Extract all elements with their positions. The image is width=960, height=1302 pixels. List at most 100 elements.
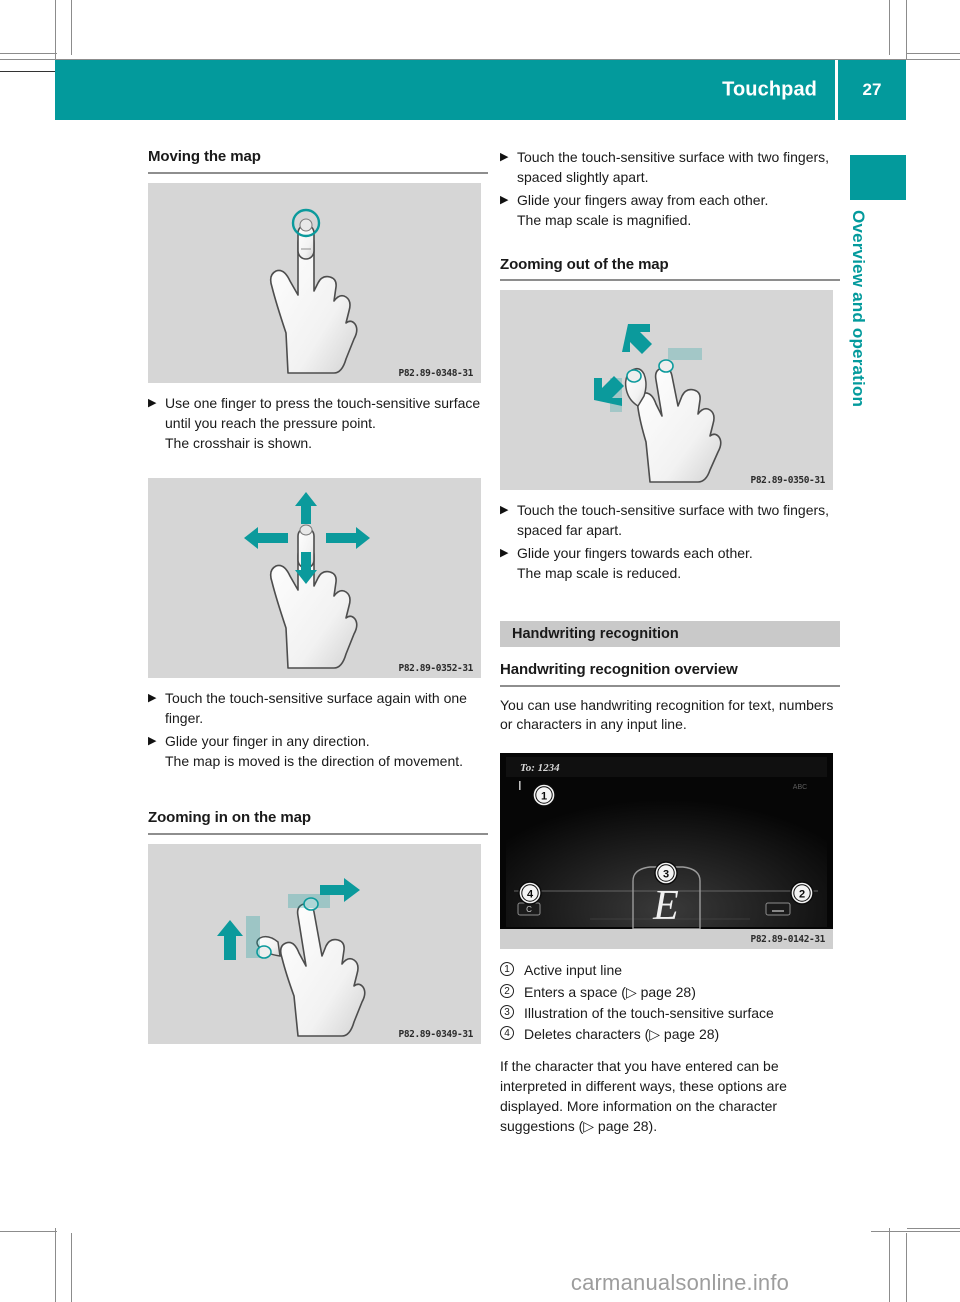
svg-text:ABC: ABC [793, 784, 807, 791]
cropmark-top-left-v1 [55, 0, 56, 60]
page-header-band: Touchpad [55, 60, 835, 120]
heading-zooming-in: Zooming in on the map [148, 808, 311, 826]
bullet-indent-spacer [148, 752, 165, 772]
bullet-text: Touch the touch-sensitive surface again … [165, 690, 467, 727]
handwriting-screen-illustration: To: 1234 ABC E C 1 2 3 4 [500, 753, 833, 950]
cropmark-bottom-right-v1 [889, 1228, 890, 1302]
figure-glide-directions: P82.89-0352-31 [148, 478, 481, 679]
cropmark-top-left-v2 [71, 0, 72, 55]
hand-spread-illustration [217, 877, 366, 1037]
figure-code: P82.89-0142-31 [750, 934, 826, 946]
page-title: Touchpad [722, 78, 817, 101]
bullet-glide-away: ▶ Glide your fingers away from each othe… [500, 191, 840, 211]
svg-text:3: 3 [663, 869, 669, 881]
bullet-text: Glide your finger in any direction. [165, 733, 370, 750]
legend-number-icon: 3 [500, 1003, 524, 1023]
bullet-indent-spacer [500, 211, 517, 231]
bullet-glide-result: The map is moved is the direction of mov… [148, 752, 488, 772]
hand-pinch-illustration [594, 324, 722, 484]
paragraph-closing: If the character that you have entered c… [500, 1058, 787, 1135]
legend-number-icon: 1 [500, 960, 524, 980]
svg-text:2: 2 [799, 889, 805, 901]
watermark: carmanualsonline.info [570, 1270, 790, 1295]
svg-text:To: 1234: To: 1234 [520, 762, 560, 774]
legend-item-3: 3 Illustration of the touch-sensitive su… [500, 1003, 840, 1023]
svg-text:C: C [526, 905, 532, 914]
bullet-press-surface: ▶ Use one finger to press the touch-sens… [148, 394, 488, 434]
side-tab-label: Overview and operation [849, 210, 868, 408]
bullet-marker-icon: ▶ [148, 692, 157, 705]
bullet-press-result: The crosshair is shown. [148, 434, 488, 454]
bullet-glide-away-result: The map scale is magnified. [500, 211, 840, 231]
legend-text: Enters a space (▷ page 28) [524, 983, 696, 1000]
cropmark-top-left-h2 [0, 71, 57, 72]
heading-rule [148, 832, 488, 835]
cropmark-top-right-v2 [906, 0, 907, 60]
bullet-marker-icon: ▶ [500, 151, 509, 163]
legend-item-4: 4 Deletes characters (▷ page 28) [500, 1024, 840, 1044]
figure-zoom-in: P82.89-0349-31 [148, 843, 481, 1044]
heading-rule [500, 684, 840, 687]
bullet-touch-two-fingers: ▶ Touch the touch-sensitive surface with… [500, 148, 840, 188]
legend-item-2: 2 Enters a space (▷ page 28) [500, 982, 840, 1002]
bullet-indent-spacer [500, 564, 517, 584]
bullet-touch-far-apart: ▶ Touch the touch-sensitive surface with… [500, 501, 840, 541]
heading-rule [500, 279, 840, 282]
hand-press-illustration [269, 208, 358, 374]
page-number: 27 [838, 60, 906, 120]
figure-press-one-finger: P82.89-0348-31 [148, 182, 481, 383]
heading-handwriting-overview: Handwriting recognition overview [500, 660, 738, 678]
bullet-touch-again: ▶ Touch the touch-sensitive surface agai… [148, 689, 488, 729]
cropmark-top-right-v1 [889, 0, 890, 55]
bullet-text: Glide your fingers away from each other. [517, 191, 769, 208]
heading-moving-the-map: Moving the map [148, 148, 261, 165]
heading-rule [148, 171, 488, 174]
legend-text: Illustration of the touch-sensitive surf… [524, 1004, 774, 1021]
heading-zooming-out: Zooming out of the map [500, 255, 669, 273]
left-column: Moving the map P82.89-0348-31 ▶ Use one … [148, 148, 488, 1055]
legend-text: Active input line [524, 962, 623, 979]
figure-code: P82.89-0352-31 [398, 663, 474, 675]
svg-text:E: E [652, 883, 679, 929]
bullet-result-text: The map is moved is the direction of mov… [165, 753, 464, 769]
bullet-text: Touch the touch-sensitive surface with t… [517, 502, 830, 539]
bullet-text: Touch the touch-sensitive surface with t… [517, 149, 830, 185]
figure-handwriting-screen: To: 1234 ABC E C 1 2 3 4 P82.89-0142-31 [500, 753, 833, 950]
cropmark-bottom-right-h2 [907, 1228, 960, 1229]
side-tab-marker [850, 155, 906, 200]
cropmark-bottom-right-v2 [906, 1233, 907, 1302]
cropmark-bottom-right-h1 [871, 1231, 960, 1232]
legend-text: Deletes characters (▷ page 28) [524, 1026, 720, 1043]
legend-item-1: 1 Active input line [500, 960, 840, 980]
figure-code: P82.89-0349-31 [398, 1028, 474, 1040]
bullet-marker-icon: ▶ [148, 396, 157, 409]
svg-text:1: 1 [541, 791, 547, 803]
bullet-marker-icon: ▶ [500, 504, 509, 517]
svg-text:4: 4 [527, 889, 534, 901]
figure-zoom-out: P82.89-0350-31 [500, 290, 833, 491]
bullet-indent-spacer [148, 434, 165, 454]
legend-number-icon: 2 [500, 982, 524, 1002]
bullet-result-text: The map scale is reduced. [517, 564, 682, 581]
bullet-result-text: The crosshair is shown. [165, 434, 313, 451]
right-column: ▶ Touch the touch-sensitive surface with… [500, 148, 840, 1143]
bullet-glide-direction: ▶ Glide your finger in any direction. [148, 732, 488, 752]
bullet-text: Glide your fingers towards each other. [517, 545, 753, 561]
cropmark-bottom-left-v2 [71, 1233, 72, 1302]
hand-glide-illustration [244, 492, 370, 670]
cropmark-bottom-left-v1 [55, 1228, 56, 1302]
legend-number-icon: 4 [500, 1024, 524, 1044]
bullet-marker-icon: ▶ [148, 735, 157, 748]
bullet-result-text: The map scale is magnified. [517, 211, 692, 228]
bullet-marker-icon: ▶ [500, 193, 509, 206]
bullet-glide-towards: ▶ Glide your fingers towards each other. [500, 544, 840, 564]
bullet-marker-icon: ▶ [500, 547, 509, 559]
bullet-glide-towards-result: The map scale is reduced. [500, 564, 840, 584]
cropmark-top-left-h1 [0, 53, 57, 54]
